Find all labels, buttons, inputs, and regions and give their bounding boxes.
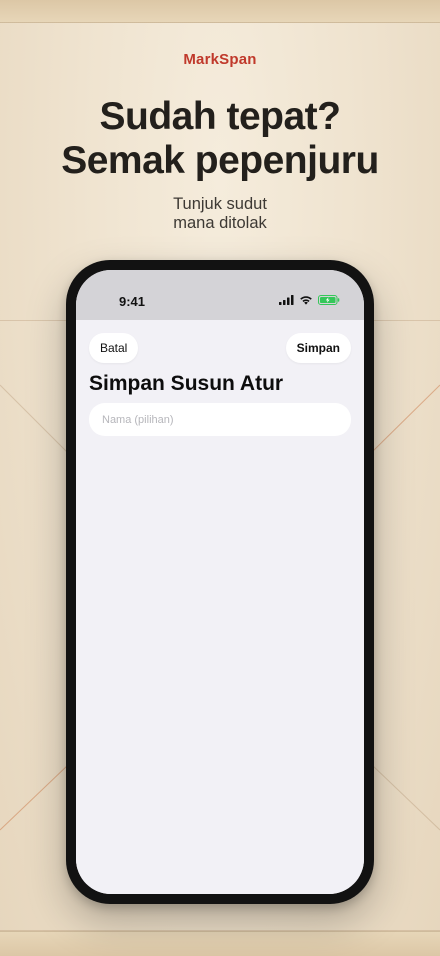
battery-charging-icon bbox=[318, 295, 340, 305]
save-layout-sheet: Batal Simpan Simpan Susun Atur bbox=[76, 320, 364, 894]
phone-screen: 9:41 Batal Simpan Simpan Susun Atur Nama… bbox=[76, 270, 364, 894]
phone-mockup: 9:41 Batal Simpan Simpan Susun Atur Nama… bbox=[66, 260, 374, 904]
subtitle-line-1: Tunjuk sudut bbox=[173, 195, 267, 213]
headline-line-1: Sudah tepat? bbox=[99, 95, 341, 138]
signal-icon bbox=[279, 295, 294, 305]
status-icons bbox=[279, 295, 340, 305]
headline: Sudah tepat? Semak pepenjuru bbox=[0, 95, 440, 183]
status-bar: 9:41 bbox=[76, 270, 364, 320]
cancel-button[interactable]: Batal bbox=[89, 333, 139, 363]
sheet-title: Simpan Susun Atur bbox=[89, 372, 284, 395]
wifi-icon bbox=[300, 296, 312, 305]
subtitle-line-2: mana ditolak bbox=[173, 214, 267, 232]
status-time: 9:41 bbox=[119, 294, 146, 309]
save-button[interactable]: Simpan bbox=[285, 333, 351, 363]
brand-name: MarkSpan bbox=[183, 51, 257, 68]
headline-line-2: Semak pepenjuru bbox=[61, 139, 379, 182]
subtitle: Tunjuk sudut mana ditolak bbox=[0, 195, 440, 233]
layout-name-input[interactable] bbox=[89, 403, 351, 436]
